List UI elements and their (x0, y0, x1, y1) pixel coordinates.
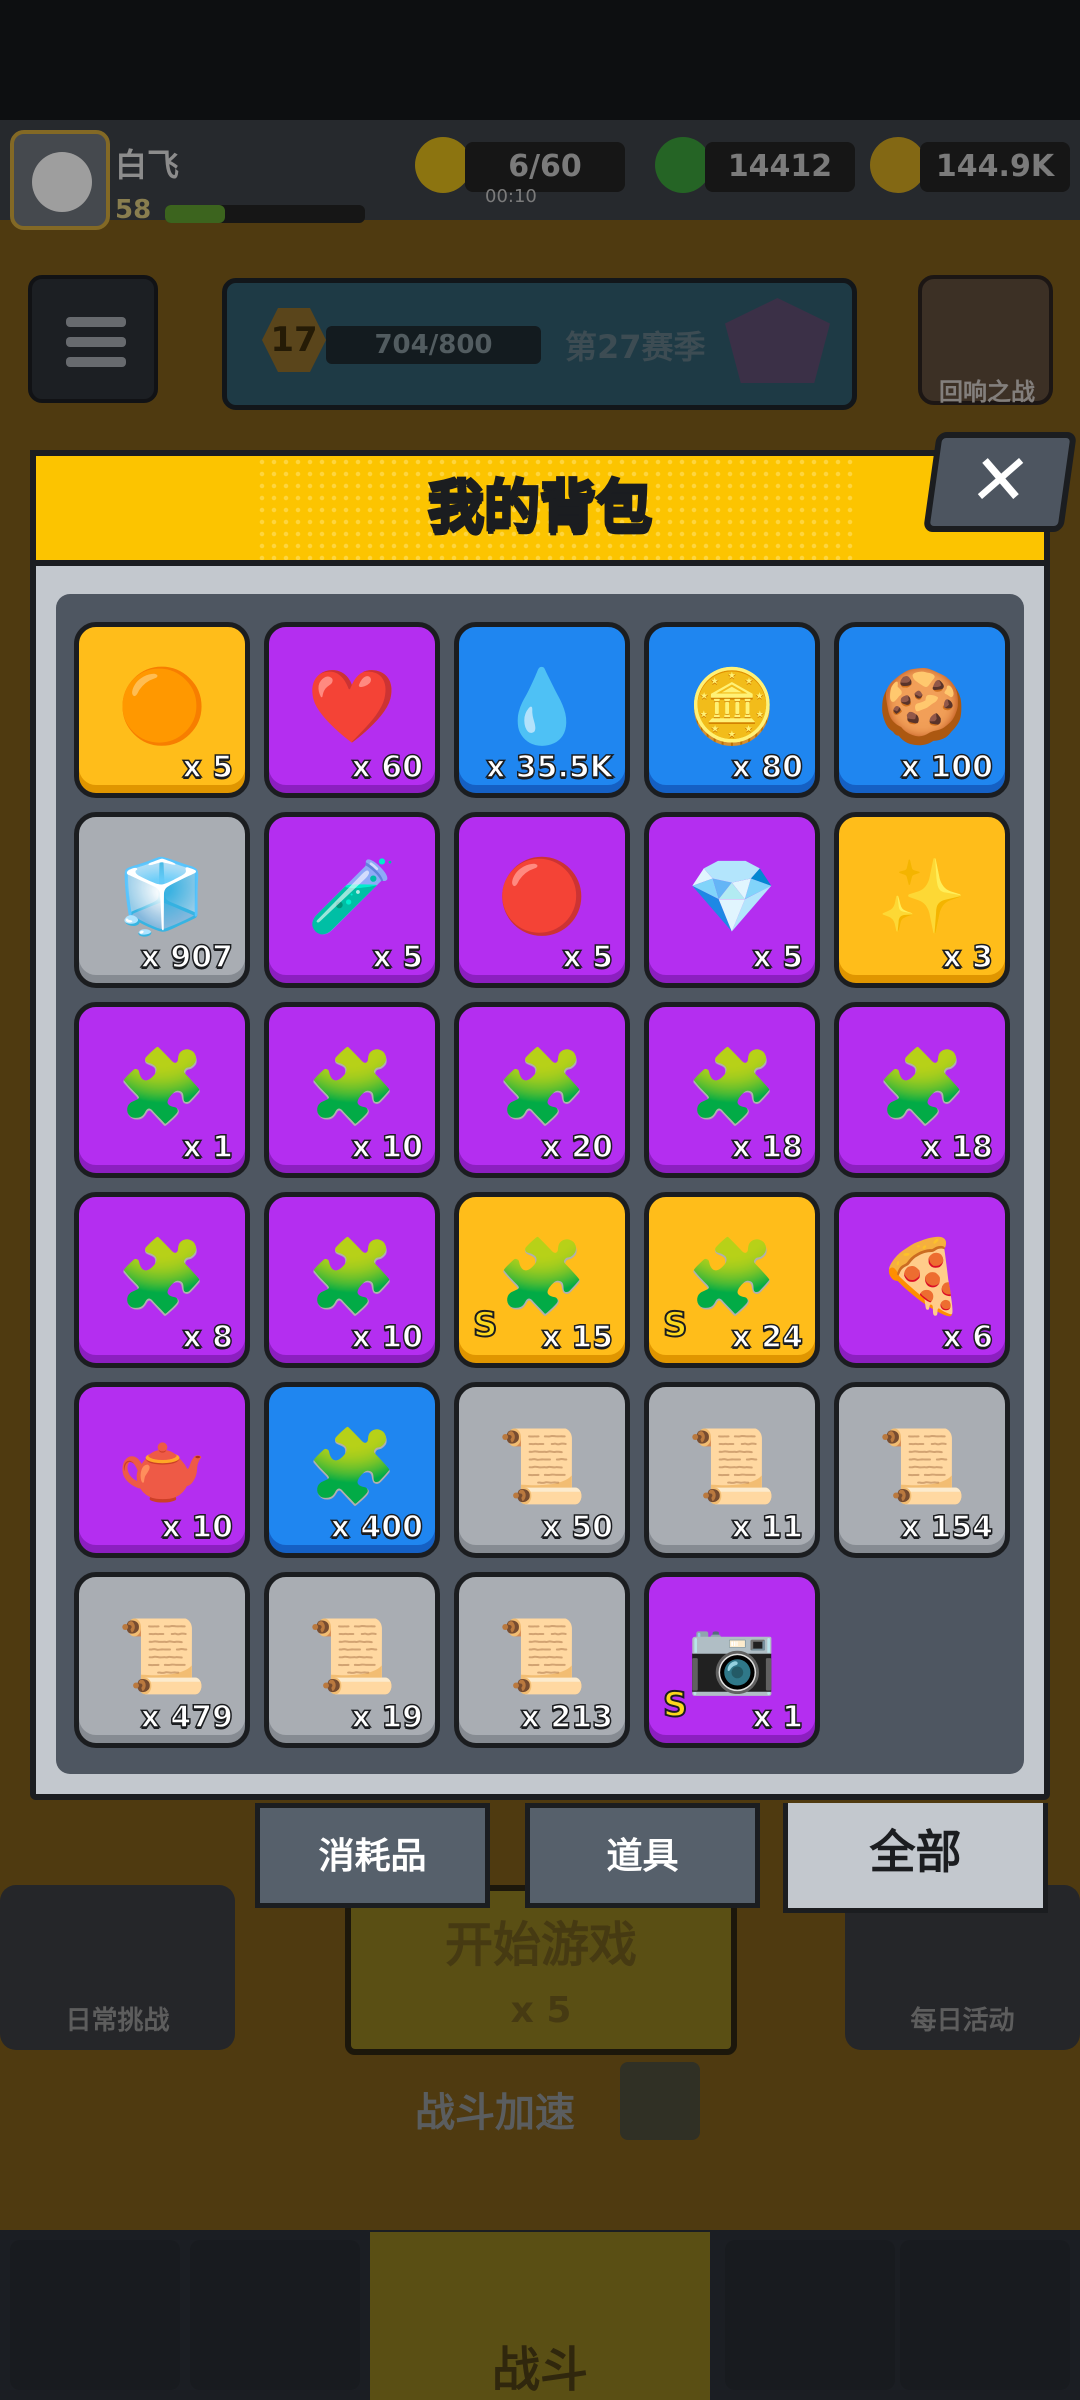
inventory-item[interactable]: 🧩 x 18 (644, 1002, 820, 1178)
camera-chest-icon: 📷 (687, 1613, 777, 1698)
item-count: x 400 (330, 1509, 424, 1546)
inventory-item[interactable]: 🧩 Sx 15 (454, 1192, 630, 1368)
inventory-item[interactable]: 🧩 x 10 (264, 1192, 440, 1368)
belt-scroll-icon: 📜 (117, 1613, 207, 1698)
inventory-item[interactable]: 📜 x 213 (454, 1572, 630, 1748)
glove-scroll-icon: 📜 (307, 1613, 397, 1698)
pizza-slice-icon: 🍕 (877, 1233, 967, 1318)
hero-puzzle-icon: 🧩 (497, 1043, 587, 1128)
item-count: x 6 (942, 1319, 994, 1356)
item-count: x 20 (541, 1129, 614, 1166)
hero-puzzle-icon: 🧩 (117, 1233, 207, 1318)
hero-puzzle-icon: 🧩 (307, 1043, 397, 1128)
item-count: x 5 (372, 939, 424, 976)
item-count: x 154 (900, 1509, 994, 1546)
inventory-item[interactable]: 📜 x 11 (644, 1382, 820, 1558)
item-count: x 19 (351, 1699, 424, 1736)
inventory-item[interactable]: 🍕 x 6 (834, 1192, 1010, 1368)
inventory-item[interactable]: 🟠 x 5 (74, 622, 250, 798)
tab-consumables[interactable]: 消耗品 (255, 1803, 490, 1908)
inventory-item[interactable]: 🧩 x 20 (454, 1002, 630, 1178)
item-count: x 3 (942, 939, 994, 976)
close-button[interactable]: ✕ (922, 432, 1078, 532)
gold-coin-icon: 🪙 (687, 663, 777, 748)
item-count: x 8 (182, 1319, 234, 1356)
orange-orb-icon: 🟠 (117, 663, 207, 748)
hero-puzzle-icon: 🧩 (307, 1233, 397, 1318)
item-count: x 1 (182, 1129, 234, 1166)
inventory-item[interactable]: 🧩 x 1 (74, 1002, 250, 1178)
canister-icon: 🧪 (307, 853, 397, 938)
inventory-item[interactable]: 🪙 x 80 (644, 622, 820, 798)
item-count: x 18 (731, 1129, 804, 1166)
item-count: x 80 (731, 749, 804, 786)
inventory-item[interactable]: 📜 x 479 (74, 1572, 250, 1748)
inventory-item[interactable]: 📜 x 19 (264, 1572, 440, 1748)
tab-all[interactable]: 全部 (783, 1803, 1048, 1913)
red-gem-orb-icon: 🔴 (497, 853, 587, 938)
gun-scroll-icon: 📜 (497, 1423, 587, 1508)
necklace-scroll-icon: 📜 (877, 1423, 967, 1508)
item-count: x 1 (752, 1699, 804, 1736)
inventory-item[interactable]: 🧩 Sx 24 (644, 1192, 820, 1368)
item-count: x 24 (731, 1319, 804, 1356)
inventory-item[interactable]: 🧊 x 907 (74, 812, 250, 988)
cube-icon: 🧊 (117, 853, 207, 938)
teapot-icon: 🫖 (117, 1423, 207, 1508)
item-count: x 100 (900, 749, 994, 786)
inventory-item[interactable]: 🍪 x 100 (834, 622, 1010, 798)
item-count: x 10 (351, 1129, 424, 1166)
inventory-item[interactable]: 📜 x 50 (454, 1382, 630, 1558)
modal-title: 我的背包 (427, 474, 654, 542)
hero-puzzle-icon: 🧩 (877, 1043, 967, 1128)
inventory-item[interactable]: 💎 x 5 (644, 812, 820, 988)
tab-props[interactable]: 道具 (525, 1803, 760, 1908)
item-count: x 50 (541, 1509, 614, 1546)
inventory-item[interactable]: 🧩 x 18 (834, 1002, 1010, 1178)
essence-drop-icon: 💧 (497, 663, 587, 748)
item-count: x 11 (731, 1509, 804, 1546)
inventory-item[interactable]: 🧩 x 10 (264, 1002, 440, 1178)
skull-puzzle-icon: 🧩 (497, 1233, 587, 1318)
inventory-item[interactable]: 💧 x 35.5K (454, 622, 630, 798)
s-rank-badge: S (472, 1304, 498, 1346)
shirt-scroll-icon: 📜 (687, 1423, 777, 1508)
hero-puzzle-icon: 🧩 (117, 1043, 207, 1128)
item-count: x 10 (351, 1319, 424, 1356)
item-count: x 60 (351, 749, 424, 786)
inventory-item[interactable]: 📷 Sx 1 (644, 1572, 820, 1748)
inventory-item[interactable]: 🔴 x 5 (454, 812, 630, 988)
item-count: x 479 (140, 1699, 234, 1736)
item-count: x 10 (161, 1509, 234, 1546)
item-count: x 213 (520, 1699, 614, 1736)
blueprint-puzzle-icon: 🧩 (307, 1423, 397, 1508)
item-count: x 18 (921, 1129, 994, 1166)
item-count: x 15 (541, 1319, 614, 1356)
item-count: x 5 (562, 939, 614, 976)
inventory-item[interactable]: 🧪 x 5 (264, 812, 440, 988)
star-sparkle-icon: ✨ (877, 853, 967, 938)
inventory-item[interactable]: 🧩 x 400 (264, 1382, 440, 1558)
dog-cookie-icon: 🍪 (877, 663, 967, 748)
item-count: x 5 (752, 939, 804, 976)
s-rank-badge: S (662, 1684, 688, 1726)
inventory-item[interactable]: ✨ x 3 (834, 812, 1010, 988)
inventory-item[interactable]: ❤️ x 60 (264, 622, 440, 798)
purple-crystal-icon: 💎 (687, 853, 777, 938)
s-rank-badge: S (662, 1304, 688, 1346)
heart-icon: ❤️ (307, 663, 397, 748)
hero-puzzle-icon: 🧩 (687, 1233, 777, 1318)
boot-scroll-icon: 📜 (497, 1613, 587, 1698)
item-count: x 35.5K (485, 749, 614, 786)
item-count: x 5 (182, 749, 234, 786)
inventory-item[interactable]: 📜 x 154 (834, 1382, 1010, 1558)
inventory-item[interactable]: 🧩 x 8 (74, 1192, 250, 1368)
inventory-item[interactable]: 🫖 x 10 (74, 1382, 250, 1558)
item-count: x 907 (140, 939, 234, 976)
hero-puzzle-icon: 🧩 (687, 1043, 777, 1128)
